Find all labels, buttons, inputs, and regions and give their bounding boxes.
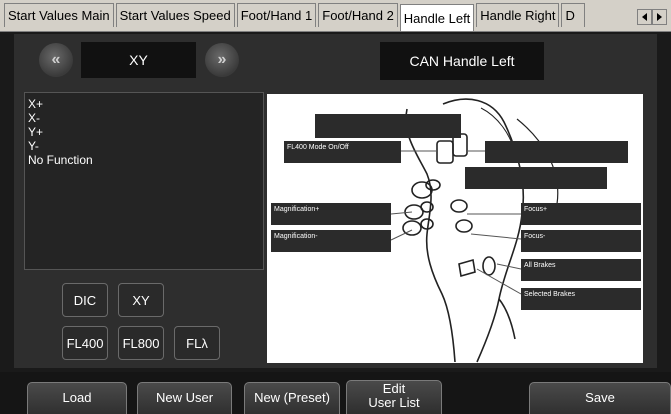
tab-foot-hand-2[interactable]: Foot/Hand 2 bbox=[318, 3, 398, 27]
tab-start-values-speed[interactable]: Start Values Speed bbox=[115, 3, 235, 27]
label-unassigned-top bbox=[315, 114, 461, 138]
current-mode-display: XY bbox=[81, 42, 196, 78]
label-magnification-minus: Magnification- bbox=[271, 230, 391, 252]
dic-button[interactable]: DIC bbox=[62, 283, 108, 317]
arrow-left-icon bbox=[642, 13, 647, 21]
previous-button[interactable]: « bbox=[39, 43, 73, 77]
handle-diagram: FL400 Mode On/Off Magnification+ Magnifi… bbox=[267, 94, 643, 363]
list-item[interactable]: Y+ bbox=[28, 125, 260, 139]
fl-lambda-button[interactable]: FLλ bbox=[174, 326, 220, 360]
tab-d-clipped[interactable]: D bbox=[561, 3, 586, 27]
new-preset-button[interactable]: New (Preset) bbox=[244, 382, 340, 414]
label-selected-brakes: Selected Brakes bbox=[521, 288, 641, 310]
xy-button[interactable]: XY bbox=[118, 283, 164, 317]
next-button[interactable]: » bbox=[205, 43, 239, 77]
tab-foot-hand-1[interactable]: Foot/Hand 1 bbox=[236, 3, 317, 27]
edit-user-list-line2: User List bbox=[368, 395, 420, 410]
label-focus-minus: Focus- bbox=[521, 230, 641, 252]
list-item[interactable]: Y- bbox=[28, 139, 260, 153]
fl400-button[interactable]: FL400 bbox=[62, 326, 108, 360]
tab-scroll-right-button[interactable] bbox=[652, 9, 667, 25]
label-fl400-mode: FL400 Mode On/Off bbox=[284, 141, 401, 163]
edit-user-list-button[interactable]: Edit User List bbox=[346, 380, 442, 414]
list-item[interactable]: X- bbox=[28, 111, 260, 125]
tab-scroll-left-button[interactable] bbox=[637, 9, 652, 25]
label-magnification-plus: Magnification+ bbox=[271, 203, 391, 225]
edit-user-list-line1: Edit bbox=[382, 381, 406, 396]
label-unassigned-right-1 bbox=[485, 141, 628, 163]
label-all-brakes: All Brakes bbox=[521, 259, 641, 281]
load-button[interactable]: Load bbox=[27, 382, 127, 414]
list-item[interactable]: No Function bbox=[28, 153, 260, 167]
label-unassigned-right-2 bbox=[465, 167, 607, 189]
arrow-right-icon bbox=[657, 13, 662, 21]
tab-bar: Start Values Main Start Values Speed Foo… bbox=[0, 0, 671, 32]
list-item[interactable]: X+ bbox=[28, 97, 260, 111]
label-focus-plus: Focus+ bbox=[521, 203, 641, 225]
new-user-button[interactable]: New User bbox=[137, 382, 232, 414]
fl800-button[interactable]: FL800 bbox=[118, 326, 164, 360]
handle-title: CAN Handle Left bbox=[380, 42, 544, 80]
tab-handle-left[interactable]: Handle Left bbox=[399, 4, 475, 31]
tab-handle-right[interactable]: Handle Right bbox=[476, 3, 560, 27]
tab-start-values-main[interactable]: Start Values Main bbox=[4, 3, 114, 27]
function-list[interactable]: X+ X- Y+ Y- No Function bbox=[24, 92, 264, 270]
save-button[interactable]: Save bbox=[529, 382, 671, 414]
tab-scroll-arrows bbox=[637, 9, 667, 25]
